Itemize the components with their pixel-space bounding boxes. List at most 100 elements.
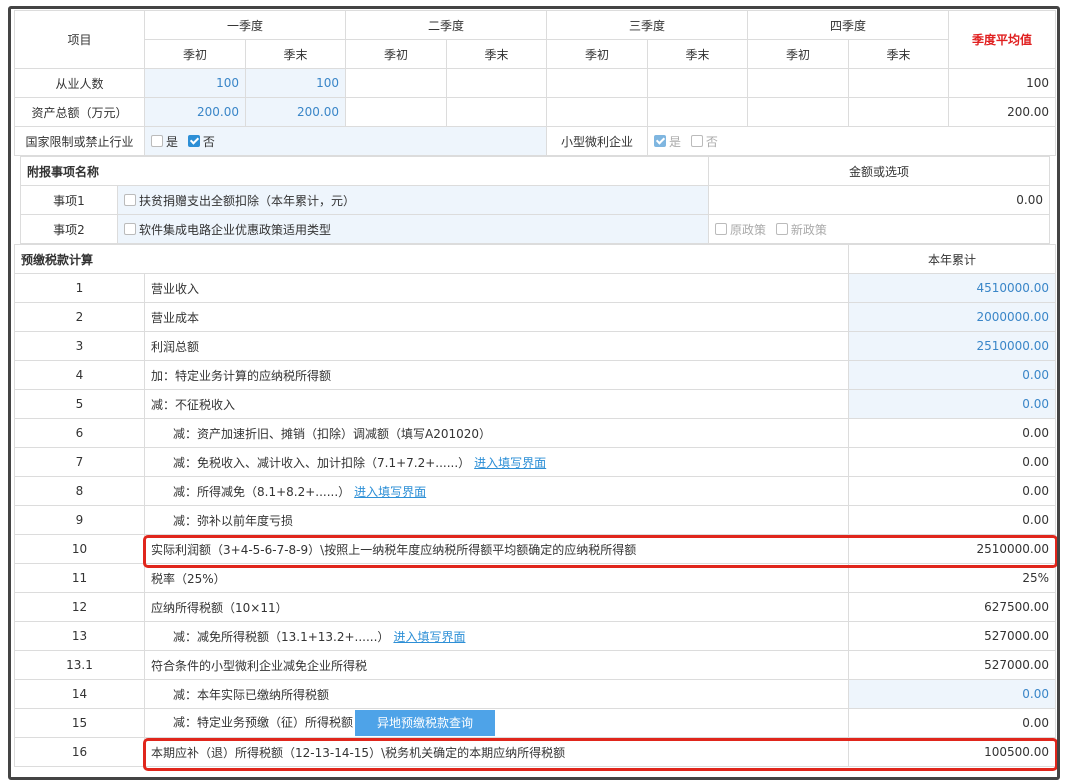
remote-prepaid-query-button[interactable]: 异地预缴税款查询 xyxy=(355,710,496,736)
header-end: 季末 xyxy=(848,39,950,69)
header-q2: 二季度 xyxy=(345,10,548,40)
row-value: 627500.00 xyxy=(848,592,1057,622)
row-number: 13 xyxy=(14,621,145,651)
calc-row: 4 加：特定业务计算的应纳税所得额 0.00 xyxy=(14,360,1057,390)
employees-q1-end[interactable]: 100 xyxy=(244,68,347,98)
calc-row: 10 实际利润额（3+4-5-6-7-8-9）\按照上一纳税年度应纳税所得额平均… xyxy=(14,534,1057,564)
fill-in-link[interactable]: 进入填写界面 xyxy=(474,456,546,470)
row-description: 减：免税收入、减计收入、加计扣除（7.1+7.2+......） 进入填写界面 xyxy=(143,447,850,477)
row-number: 10 xyxy=(14,534,145,564)
small-yes-checkbox[interactable] xyxy=(654,134,667,147)
calc-row: 12 应纳所得税额（10×11） 627500.00 xyxy=(14,592,1057,622)
row-value[interactable]: 2510000.00 xyxy=(848,331,1057,361)
restricted-no-checkbox[interactable] xyxy=(187,134,200,147)
row-number: 16 xyxy=(14,737,145,767)
row-description: 实际利润额（3+4-5-6-7-8-9）\按照上一纳税年度应纳税所得额平均额确定… xyxy=(143,534,850,564)
row-value[interactable]: 4510000.00 xyxy=(848,273,1057,303)
restricted-yes-checkbox[interactable] xyxy=(151,134,163,147)
row-desc: 本期应补（退）所得税额（12-13-14-15）\税务机关确定的本期应纳所得税额 xyxy=(151,745,566,760)
assets-q1-start[interactable]: 200.00 xyxy=(144,97,246,127)
row-desc: 减：所得减免（8.1+8.2+......） xyxy=(173,484,351,499)
assets-q2-start[interactable] xyxy=(345,97,448,127)
row-desc: 符合条件的小型微利企业减免企业所得税 xyxy=(151,658,368,673)
old-policy-checkbox[interactable] xyxy=(715,222,728,235)
item1-value[interactable]: 0.00 xyxy=(708,185,1051,215)
employees-q3-start[interactable] xyxy=(546,68,649,98)
employees-q3-end[interactable] xyxy=(647,68,749,98)
header-end: 季末 xyxy=(446,39,548,69)
fill-in-link[interactable]: 进入填写界面 xyxy=(393,630,465,644)
employees-avg: 100 xyxy=(948,68,1057,98)
header-start: 季初 xyxy=(144,39,246,69)
new-policy-checkbox[interactable] xyxy=(775,222,788,235)
small-label: 小型微利企业 xyxy=(546,126,649,156)
row-number: 7 xyxy=(14,447,145,477)
item2-checkbox[interactable] xyxy=(124,222,136,235)
employees-label: 从业人数 xyxy=(14,68,145,98)
row-desc: 减：特定业务预缴（征）所得税额 xyxy=(173,715,354,730)
row-description: 营业收入 xyxy=(143,273,850,303)
row-description: 营业成本 xyxy=(143,302,850,332)
calc-row: 16 本期应补（退）所得税额（12-13-14-15）\税务机关确定的本期应纳所… xyxy=(14,737,1057,767)
calc-row: 9 减：弥补以前年度亏损 0.00 xyxy=(14,505,1057,535)
header-q3: 三季度 xyxy=(546,10,749,40)
item1-desc-text: 扶贫捐赠支出全额扣除（本年累计，元） xyxy=(139,193,356,208)
additional-value-header: 金额或选项 xyxy=(708,156,1051,186)
employees-q4-start[interactable] xyxy=(747,68,850,98)
employees-q2-start[interactable] xyxy=(345,68,448,98)
employees-q1-start[interactable]: 100 xyxy=(144,68,246,98)
small-options: 是 否 xyxy=(647,126,1057,156)
row-description: 利润总额 xyxy=(143,331,850,361)
row-description: 减：减免所得税额（13.1+13.2+......） 进入填写界面 xyxy=(143,621,850,651)
small-no-checkbox[interactable] xyxy=(690,134,703,147)
row-desc: 营业成本 xyxy=(151,310,200,325)
assets-q3-start[interactable] xyxy=(546,97,649,127)
row-number: 8 xyxy=(14,476,145,506)
new-policy-label: 新政策 xyxy=(790,222,827,237)
employees-q4-end[interactable] xyxy=(848,68,950,98)
item1-label: 事项1 xyxy=(20,185,118,215)
row-number: 13.1 xyxy=(14,650,145,680)
calc-row: 14 减：本年实际已缴纳所得税额 0.00 xyxy=(14,679,1057,709)
item1-desc: 扶贫捐赠支出全额扣除（本年累计，元） xyxy=(116,185,710,215)
row-number: 2 xyxy=(14,302,145,332)
row-number: 12 xyxy=(14,592,145,622)
fill-in-link[interactable]: 进入填写界面 xyxy=(354,485,426,499)
employees-q2-end[interactable] xyxy=(446,68,548,98)
item2-label: 事项2 xyxy=(20,214,118,244)
calc-row: 7 减：免税收入、减计收入、加计扣除（7.1+7.2+......） 进入填写界面… xyxy=(14,447,1057,477)
row-value[interactable]: 2000000.00 xyxy=(848,302,1057,332)
assets-q4-end[interactable] xyxy=(848,97,950,127)
row-value[interactable]: 0.00 xyxy=(848,679,1057,709)
row-number: 15 xyxy=(14,708,145,738)
additional-header: 附报事项名称 xyxy=(19,156,710,186)
row-number: 6 xyxy=(14,418,145,448)
header-start: 季初 xyxy=(747,39,850,69)
calc-row: 1 营业收入 4510000.00 xyxy=(14,273,1057,303)
assets-q1-end[interactable]: 200.00 xyxy=(244,97,347,127)
calc-row: 3 利润总额 2510000.00 xyxy=(14,331,1057,361)
assets-q3-end[interactable] xyxy=(647,97,749,127)
item2-desc: 软件集成电路企业优惠政策适用类型 xyxy=(116,214,710,244)
assets-q4-start[interactable] xyxy=(747,97,850,127)
calc-row: 2 营业成本 2000000.00 xyxy=(14,302,1057,332)
row-desc: 减：弥补以前年度亏损 xyxy=(173,513,294,528)
row-description: 本期应补（退）所得税额（12-13-14-15）\税务机关确定的本期应纳所得税额 xyxy=(143,737,850,767)
row-value[interactable]: 0.00 xyxy=(848,360,1057,390)
quarter-table: 项目 一季度 二季度 三季度 四季度 季度平均值 季初 季末 季初 季末 季初 季末 … xyxy=(14,10,1057,156)
item1-checkbox[interactable] xyxy=(124,193,136,206)
row-value: 0.00 xyxy=(848,418,1057,448)
row-value: 25% xyxy=(848,563,1057,593)
assets-q2-end[interactable] xyxy=(446,97,548,127)
row-description: 减：资产加速折旧、摊销（扣除）调减额（填写A201020） xyxy=(143,418,850,448)
row-value: 0.00 xyxy=(848,505,1057,535)
row-desc: 应纳所得税额（10×11） xyxy=(151,600,288,615)
row-description: 应纳所得税额（10×11） xyxy=(143,592,850,622)
header-average: 季度平均值 xyxy=(948,10,1057,69)
row-desc: 减：减免所得税额（13.1+13.2+......） xyxy=(173,629,390,644)
row-value[interactable]: 0.00 xyxy=(848,389,1057,419)
calc-row: 13.1 符合条件的小型微利企业减免企业所得税 527000.00 xyxy=(14,650,1057,680)
old-policy-label: 原政策 xyxy=(730,222,767,237)
calc-row: 15 减：特定业务预缴（征）所得税额 异地预缴税款查询 0.00 xyxy=(14,708,1057,738)
row-number: 4 xyxy=(14,360,145,390)
